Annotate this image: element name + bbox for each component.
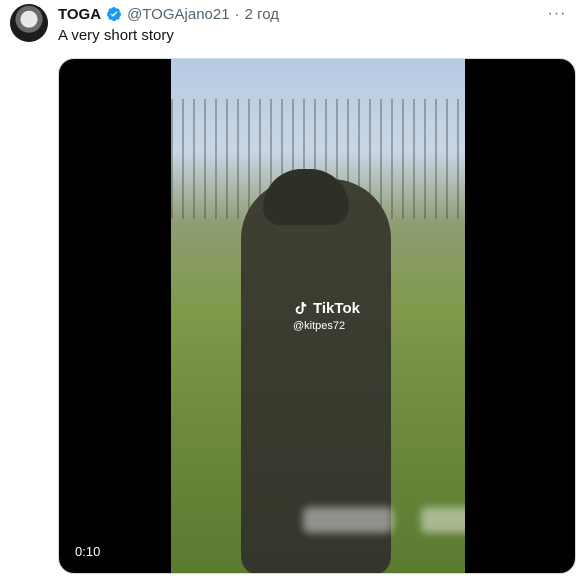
timestamp[interactable]: 2 год: [245, 6, 279, 23]
user-handle[interactable]: @TOGAjano21: [127, 6, 230, 23]
tweet-text: A very short story: [58, 27, 174, 44]
tiktok-username: @kitpes72: [293, 320, 346, 332]
tweet[interactable]: TOGA @TOGAjano21 · 2 год ··· A very shor…: [0, 0, 580, 582]
blurred-caption: [421, 507, 465, 533]
separator-dot: ·: [234, 5, 240, 23]
display-name[interactable]: TOGA: [58, 6, 101, 23]
video-player[interactable]: TikTok @kitpes72 0:10: [58, 58, 576, 574]
video-duration: 0:10: [71, 542, 105, 561]
tweet-header: TOGA @TOGAjano21 · 2 год: [58, 4, 279, 24]
avatar-image: [10, 4, 48, 42]
video-frame[interactable]: TikTok @kitpes72: [171, 59, 465, 573]
tiktok-watermark: TikTok @kitpes72: [293, 299, 360, 333]
more-icon: ···: [547, 5, 567, 22]
verified-badge-icon: [107, 7, 122, 22]
more-options-button[interactable]: ···: [544, 5, 570, 22]
avatar[interactable]: [10, 4, 48, 42]
tiktok-logo: TikTok: [293, 299, 360, 317]
tiktok-icon: [295, 302, 307, 314]
blurred-caption: [303, 507, 393, 533]
tiktok-brand: TikTok: [313, 299, 360, 317]
